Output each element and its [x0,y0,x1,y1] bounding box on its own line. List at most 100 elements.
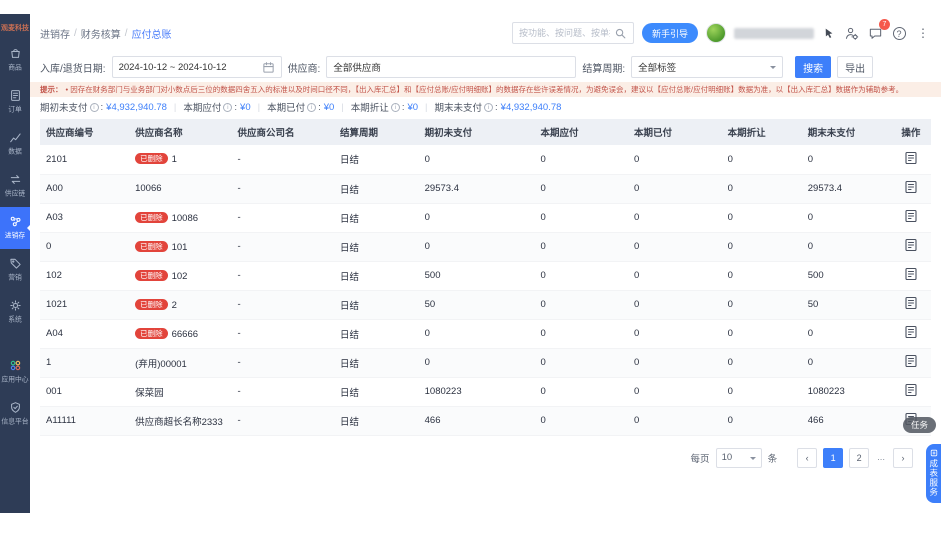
page-button-2[interactable]: 2 [849,447,870,468]
task-tag[interactable]: 任务 [902,417,936,433]
filter-bar: 入库/退货日期: 2024-10-12 ~ 2024-10-12 供应商: 结算… [30,52,941,82]
message-icon[interactable]: 7 [867,19,890,41]
table-container: 供应商编号 供应商名称 供应商公司名 结算周期 期初未支付 本期应付 本期已付 本期折让 期末未… [30,117,941,436]
info-icon[interactable]: i [390,102,400,112]
breadcrumb-item[interactable]: 应付总账 [132,26,172,41]
message-badge: 7 [879,19,890,30]
date-range-input[interactable]: 2024-10-12 ~ 2024-10-12 [111,56,282,78]
summary-value: ¥0 [407,101,419,113]
report-side-tab[interactable]: 成表服务 [926,444,941,503]
page-ellipsis: ... [877,452,885,463]
info-icon[interactable]: i [223,102,233,112]
cell-supplier-name: 10066 [129,174,232,204]
cell-actions [890,290,931,320]
view-detail-button[interactable] [904,354,918,368]
detail-icon [905,325,917,339]
summary-separator: | [257,101,261,113]
view-detail-button[interactable] [904,180,918,194]
breadcrumb-item[interactable]: 财务核算 [81,26,121,41]
marketing-icon [9,257,22,270]
sidebar: 观麦科技 商品订单数据 供应链 进销存 营销系统 应用中心 信息平台 [0,14,30,513]
view-detail-button[interactable] [904,238,918,252]
view-detail-button[interactable] [904,209,918,223]
sidebar-item-info-platform[interactable]: 信息平台 [0,393,30,435]
cell-current-paid: 0 [628,261,722,291]
cell-current-payable: 0 [534,203,629,233]
deleted-badge: 已删除 [135,269,168,281]
date-range-value: 2024-10-12 ~ 2024-10-12 [118,61,227,73]
detail-icon [905,180,917,194]
info-icon[interactable]: i [307,102,317,112]
username-redacted[interactable] [734,27,814,39]
cell-supplier-id: 1021 [40,290,130,320]
column-header-company-name: 供应商公司名 [231,119,334,145]
table-row: 001 保菜园 - 日结 1080223 0 0 0 1080223 [40,377,931,407]
newbie-guide-button[interactable]: 新手引导 [641,23,698,43]
info-icon[interactable]: i [89,102,99,112]
table-row: A00 10066- 日结 29573.4 0 0 0 29573.4 [40,174,931,204]
page-button-1[interactable]: 1 [823,447,844,468]
search-input[interactable] [518,28,610,38]
summary-value: ¥0 [240,101,251,113]
summary-colon: : [495,101,498,113]
sidebar-item-label: 系统 [8,315,22,324]
prev-page-button[interactable]: ‹ [797,447,818,468]
export-button[interactable]: 导出 [837,56,874,78]
info-icon[interactable]: i [484,102,494,112]
sidebar-item-goods[interactable]: 商品 [0,39,30,81]
detail-icon [905,267,917,281]
view-detail-button[interactable] [904,325,918,339]
view-detail-button[interactable] [904,296,918,310]
column-header-current-paid: 本期已付 [628,119,722,145]
cell-supplier-id: A00 [40,174,130,204]
supplier-input[interactable] [333,61,570,73]
account-icon[interactable] [843,25,859,41]
page-size-value: 10 [721,452,733,463]
next-page-button[interactable]: › [893,447,913,468]
supplier-filter[interactable] [326,56,577,78]
view-detail-button[interactable] [904,151,918,165]
sidebar-item-app-center[interactable]: 应用中心 [0,351,30,393]
page-size-select[interactable]: 10 [715,447,762,468]
cell-cycle: 日结 [334,348,419,378]
sidebar-item-supply-chain[interactable]: 供应链 [0,165,30,207]
column-header-current-payable: 本期应付 [534,119,629,145]
sidebar-item-data[interactable]: 数据 [0,123,30,165]
cell-current-paid: 0 [628,203,722,233]
cell-current-paid: 0 [628,406,722,436]
cell-supplier-id: 001 [40,377,130,407]
sidebar-item-inventory[interactable]: 进销存 [0,207,30,249]
cell-current-paid: 0 [628,232,722,262]
cell-current-discount: 0 [721,203,802,233]
view-detail-button[interactable] [904,267,918,281]
cell-company-name: - [231,203,334,233]
app-logo: 观麦科技 [1,25,29,32]
chevron-down-icon [749,456,756,463]
cell-supplier-name: 已删除 2 [129,290,232,320]
sidebar-item-system[interactable]: 系统 [0,291,30,333]
global-search[interactable] [511,22,634,44]
cell-current-discount: 0 [721,232,802,262]
cell-current-discount: 0 [721,174,802,204]
sidebar-item-label: 订单 [8,105,22,114]
search-button[interactable]: 搜索 [795,56,832,78]
cell-current-paid: 0 [628,377,722,407]
sidebar-item-orders[interactable]: 订单 [0,81,30,123]
sidebar-item-marketing[interactable]: 营销 [0,249,30,291]
view-detail-button[interactable] [904,383,918,397]
table-header-row: 供应商编号 供应商名称 供应商公司名 结算周期 期初未支付 本期应付 本期已付 本期折让 期末未… [40,119,931,145]
breadcrumb-separator: / [74,27,77,39]
cursor-icon[interactable] [822,27,835,40]
column-header-cycle: 结算周期 [334,119,419,145]
cell-company-name: - [231,290,334,320]
cycle-label: 结算周期: [582,63,626,75]
summary-label: 本期应付 [183,103,222,114]
help-icon[interactable]: ? [891,25,907,41]
more-icon[interactable]: ⋮ [915,25,931,41]
breadcrumb-item[interactable]: 进销存 [40,26,70,41]
cell-current-discount: 0 [721,348,802,378]
avatar[interactable] [706,23,726,43]
cell-supplier-id: A03 [40,203,130,233]
cell-company-name: - [231,348,334,378]
cycle-select[interactable]: 全部标签 [631,56,784,78]
